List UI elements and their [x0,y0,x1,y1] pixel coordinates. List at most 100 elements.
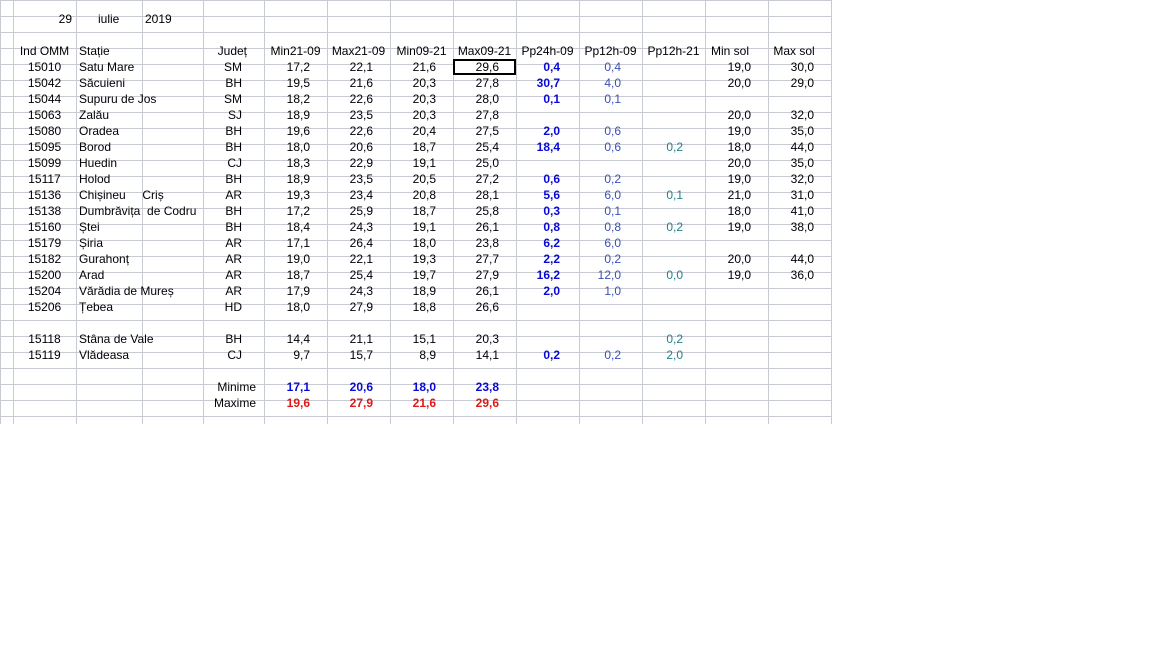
cell-max-sol[interactable]: 31,0 [768,187,831,203]
cell-min0921[interactable]: 18,7 [390,139,453,155]
cell-max0921[interactable]: 28,0 [453,91,516,107]
cell-judet[interactable]: CJ [203,155,264,171]
cell-min2109[interactable]: 19,0 [264,251,327,267]
cell-statie[interactable]: Huedin [76,155,203,171]
cell-statie[interactable]: Vlădeasa [76,347,203,363]
cell-pp12h-09[interactable]: 0,4 [579,59,642,75]
min-max0921[interactable]: 23,8 [453,379,516,395]
cell-min2109[interactable]: 19,6 [264,123,327,139]
cell-min-sol[interactable] [705,91,768,107]
cell-max-sol[interactable]: 29,0 [768,75,831,91]
cell-min-sol[interactable]: 19,0 [705,171,768,187]
max-min2109[interactable]: 19,6 [264,395,327,411]
header-pp12h-09[interactable]: Pp12h-09 [579,43,642,59]
cell-ind-omm[interactable]: 15200 [13,267,76,283]
cell-pp12h-21[interactable] [642,75,705,91]
cell-max-sol[interactable] [768,299,831,315]
cell-statie[interactable]: Săcuieni [76,75,203,91]
cell-ind-omm[interactable]: 15010 [13,59,76,75]
cell-pp12h-21[interactable]: 0,2 [642,139,705,155]
label-minime[interactable]: Minime [203,379,264,395]
cell-judet[interactable]: CJ [203,347,264,363]
cell-pp12h-21[interactable]: 2,0 [642,347,705,363]
cell-max2109[interactable]: 22,1 [327,59,390,75]
cell-max-sol[interactable]: 44,0 [768,251,831,267]
header-pp24h-09[interactable]: Pp24h-09 [516,43,579,59]
cell-pp24h-09[interactable] [516,299,579,315]
cell-ind-omm[interactable]: 15182 [13,251,76,267]
cell-max2109[interactable]: 25,4 [327,267,390,283]
cell-min0921[interactable]: 19,1 [390,219,453,235]
header-ind-omm[interactable]: Ind OMM [13,43,76,59]
header-judet[interactable]: Județ [203,43,264,59]
cell-max2109[interactable]: 20,6 [327,139,390,155]
cell-min2109[interactable]: 19,5 [264,75,327,91]
cell-max-sol[interactable] [768,283,831,299]
cell-ind-omm[interactable]: 15204 [13,283,76,299]
cell-min2109[interactable]: 18,9 [264,107,327,123]
cell-pp24h-09[interactable]: 6,2 [516,235,579,251]
min-min2109[interactable]: 17,1 [264,379,327,395]
cell-pp12h-09[interactable]: 0,1 [579,91,642,107]
cell-max0921[interactable]: 26,6 [453,299,516,315]
cell-pp12h-21[interactable]: 0,0 [642,267,705,283]
cell-max2109[interactable]: 15,7 [327,347,390,363]
cell-max2109[interactable]: 22,1 [327,251,390,267]
cell-max2109[interactable]: 26,4 [327,235,390,251]
cell-max0921[interactable]: 27,2 [453,171,516,187]
cell-max-sol[interactable] [768,91,831,107]
cell-month[interactable]: iulie [76,11,142,27]
spreadsheet-grid[interactable]: 29 iulie 2019 Ind OMM Stație Județ Min21… [0,0,832,424]
cell-max-sol[interactable] [768,347,831,363]
cell-max0921[interactable]: 29,6 [453,59,516,75]
cell-judet[interactable]: SM [203,59,264,75]
cell-max-sol[interactable]: 41,0 [768,203,831,219]
cell-min2109[interactable]: 18,2 [264,91,327,107]
cell-max0921[interactable]: 27,8 [453,75,516,91]
min-min0921[interactable]: 18,0 [390,379,453,395]
cell-min-sol[interactable]: 19,0 [705,123,768,139]
cell-min0921[interactable]: 20,3 [390,75,453,91]
cell-pp12h-09[interactable]: 1,0 [579,283,642,299]
header-min0921[interactable]: Min09-21 [390,43,453,59]
cell-statie[interactable]: Dumbrăvița de Codru [76,203,203,219]
cell-max2109[interactable]: 22,6 [327,123,390,139]
cell-pp24h-09[interactable]: 0,1 [516,91,579,107]
cell-statie[interactable]: Chișineu Criș [76,187,203,203]
cell-pp12h-09[interactable]: 4,0 [579,75,642,91]
cell-min2109[interactable]: 14,4 [264,331,327,347]
cell-min2109[interactable]: 18,3 [264,155,327,171]
cell-min0921[interactable]: 20,3 [390,107,453,123]
max-max2109[interactable]: 27,9 [327,395,390,411]
cell-max0921[interactable]: 25,4 [453,139,516,155]
cell-max0921[interactable]: 23,8 [453,235,516,251]
cell-min0921[interactable]: 18,8 [390,299,453,315]
cell-pp12h-09[interactable]: 6,0 [579,187,642,203]
cell-year[interactable]: 2019 [142,11,203,27]
cell-pp12h-09[interactable]: 12,0 [579,267,642,283]
cell-min0921[interactable]: 21,6 [390,59,453,75]
cell-judet[interactable]: BH [203,171,264,187]
cell-ind-omm[interactable]: 15179 [13,235,76,251]
cell-ind-omm[interactable]: 15095 [13,139,76,155]
cell-min0921[interactable]: 20,3 [390,91,453,107]
label-maxime[interactable]: Maxime [203,395,264,411]
cell-min-sol[interactable] [705,283,768,299]
cell-max0921[interactable]: 25,8 [453,203,516,219]
cell-max-sol[interactable]: 36,0 [768,267,831,283]
cell-max2109[interactable]: 23,5 [327,171,390,187]
cell-max2109[interactable]: 24,3 [327,219,390,235]
cell-min-sol[interactable]: 18,0 [705,203,768,219]
cell-min-sol[interactable]: 18,0 [705,139,768,155]
cell-ind-omm[interactable]: 15138 [13,203,76,219]
cell-min0921[interactable]: 18,0 [390,235,453,251]
cell-judet[interactable]: SJ [203,107,264,123]
cell-statie[interactable]: Țebea [76,299,203,315]
cell-day[interactable]: 29 [13,11,76,27]
cell-statie[interactable]: Ștei [76,219,203,235]
cell-statie[interactable]: Șiria [76,235,203,251]
cell-pp12h-21[interactable]: 0,1 [642,187,705,203]
cell-pp12h-21[interactable]: 0,2 [642,331,705,347]
cell-min-sol[interactable] [705,331,768,347]
cell-ind-omm[interactable]: 15099 [13,155,76,171]
